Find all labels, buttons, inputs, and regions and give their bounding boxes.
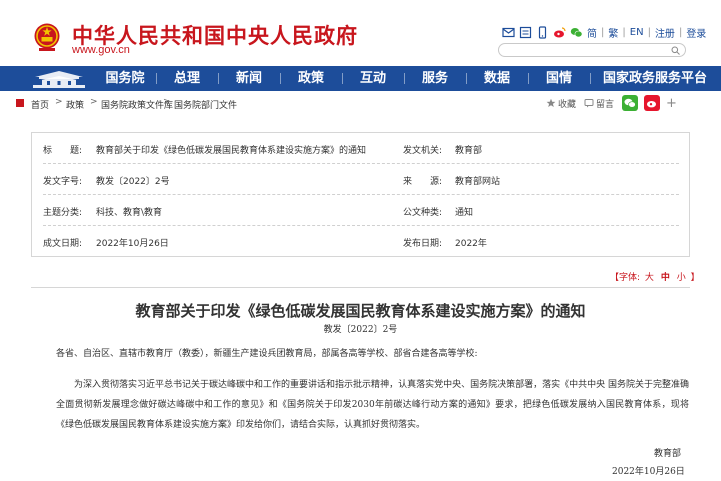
login-link[interactable]: 登录: [686, 25, 706, 40]
font-size-large[interactable]: 大: [645, 273, 654, 283]
top-links: 简 | 繁 | EN | 注册 | 登录: [502, 24, 706, 40]
issuer-value: 教育部: [455, 146, 483, 156]
message-label: 留言: [596, 99, 615, 110]
weibo-icon[interactable]: [553, 26, 566, 39]
article-addressee: 各省、自治区、直辖市教育厅（教委），新疆生产建设兵团教育局，部属各高等学校、部省…: [56, 349, 478, 359]
info-row: 成文日期: 2022年10月26日 发布日期: 2022年: [43, 226, 679, 257]
date-value: 2022年10月26日: [96, 239, 169, 249]
breadcrumb-separator: >: [90, 97, 98, 107]
breadcrumb-home[interactable]: 首页: [31, 98, 49, 111]
wechat-icon[interactable]: [570, 26, 583, 39]
breadcrumb-dept-docs[interactable]: 国务院部门文件: [174, 98, 237, 111]
pubdate-value: 2022年: [455, 239, 487, 249]
breadcrumb-separator: >: [55, 97, 63, 107]
national-emblem-icon[interactable]: [33, 22, 61, 52]
nav-divider: [280, 73, 281, 84]
mail-icon[interactable]: [502, 26, 515, 39]
nav-item-data[interactable]: 数据: [468, 66, 526, 91]
nav-item-gov-service-platform[interactable]: 国家政务服务平台: [592, 66, 718, 91]
share-wechat-button[interactable]: [622, 95, 639, 111]
site-url: www.gov.cn: [72, 44, 130, 56]
nav-item-policy[interactable]: 政策: [282, 66, 340, 91]
font-size-small[interactable]: 小: [677, 273, 686, 283]
weibo-icon: [647, 101, 657, 108]
nav-divider: [590, 73, 591, 84]
mobile-icon[interactable]: [536, 25, 549, 39]
breadcrumb-policy[interactable]: 政策: [66, 98, 84, 111]
nav-divider: [528, 73, 529, 84]
docno-label: 发文字号:: [43, 177, 83, 187]
source-label: 来 源:: [403, 177, 443, 187]
divider: |: [647, 26, 651, 38]
divider: |: [622, 26, 626, 38]
document-info-table: 标 题: 教育部关于印发《绿色低碳发展国民教育体系建设实施方案》的通知 发文机关…: [31, 132, 690, 257]
font-size-switcher: 【字体: 大 中 小 】: [610, 270, 700, 283]
nav-divider: [218, 73, 219, 84]
topic-value: 科技、教育\教育: [96, 208, 163, 218]
share-weibo-button[interactable]: [644, 95, 661, 111]
font-size-close: 】: [690, 273, 700, 283]
font-size-label: 【字体:: [610, 273, 641, 283]
issuer-label: 发文机关:: [403, 146, 443, 156]
more-share-button[interactable]: +: [666, 96, 677, 111]
share-tools: 收藏 留言 +: [546, 95, 677, 111]
article-body: 为深入贯彻落实习近平总书记关于碳达峰碳中和工作的重要讲话和指示批示精神，认真落实…: [56, 380, 689, 430]
divider: |: [601, 26, 605, 38]
info-row: 主题分类: 科技、教育\教育 公文种类: 通知: [43, 195, 679, 226]
nav-item-premier[interactable]: 总理: [158, 66, 216, 91]
wechat-icon: [624, 98, 636, 108]
nav-divider: [466, 73, 467, 84]
search-box: [498, 43, 686, 57]
type-value: 通知: [455, 208, 474, 218]
info-row: 发文字号: 教发〔2022〕2号 来 源: 教育部网站: [43, 164, 679, 195]
nav-item-services[interactable]: 服务: [406, 66, 464, 91]
date-label: 成文日期:: [43, 239, 83, 249]
article-docno: 教发〔2022〕2号: [323, 325, 398, 335]
type-label: 公文种类:: [403, 208, 443, 218]
nav-divider: [156, 73, 157, 84]
docno-value: 教发〔2022〕2号: [96, 177, 170, 187]
search-icon[interactable]: [671, 46, 680, 55]
article-sign-date: 2022年10月26日: [612, 467, 685, 477]
site-header: 中华人民共和国中央人民政府 www.gov.cn 简 | 繁 | EN | 注册…: [0, 0, 721, 66]
nav-item-national-conditions[interactable]: 国情: [530, 66, 588, 91]
main-nav: 国务院 总理 新闻 政策 互动 服务 数据 国情 国家政务服务平台: [0, 66, 721, 91]
favorite-button[interactable]: 收藏: [546, 97, 576, 110]
nav-item-news[interactable]: 新闻: [220, 66, 278, 91]
home-icon: [16, 99, 24, 107]
topic-label: 主题分类:: [43, 208, 83, 218]
lang-simplified-link[interactable]: 简: [587, 25, 597, 40]
search-input[interactable]: [507, 44, 667, 56]
pubdate-label: 发布日期:: [403, 239, 443, 249]
info-row: 标 题: 教育部关于印发《绿色低碳发展国民教育体系建设实施方案》的通知 发文机关…: [43, 133, 679, 164]
nav-divider: [404, 73, 405, 84]
favorite-label: 收藏: [558, 99, 577, 110]
lang-traditional-link[interactable]: 繁: [608, 25, 618, 40]
divider: [31, 287, 690, 288]
star-icon: [546, 98, 556, 107]
title-value: 教育部关于印发《绿色低碳发展国民教育体系建设实施方案》的通知: [96, 146, 367, 156]
nav-item-state-council[interactable]: 国务院: [96, 66, 154, 91]
comment-icon: [584, 99, 594, 108]
nav-divider: [342, 73, 343, 84]
title-label: 标 题:: [43, 146, 83, 156]
tiananmen-icon[interactable]: [31, 69, 87, 89]
source-value: 教育部网站: [455, 177, 501, 187]
divider: |: [678, 26, 683, 38]
breadcrumb: 首页 > 政策 > 国务院政策文件库 > 国务院部门文件 收藏 留言 +: [0, 91, 721, 117]
message-button[interactable]: 留言: [584, 97, 614, 110]
article-title: 教育部关于印发《绿色低碳发展国民教育体系建设实施方案》的通知: [135, 302, 586, 320]
register-link[interactable]: 注册: [655, 25, 675, 40]
lang-english-link[interactable]: EN: [630, 27, 644, 38]
news-icon[interactable]: [519, 26, 532, 39]
breadcrumb-separator: >: [163, 97, 171, 107]
article-signer: 教育部: [654, 449, 682, 459]
nav-item-interaction[interactable]: 互动: [344, 66, 402, 91]
font-size-medium[interactable]: 中: [661, 273, 670, 283]
